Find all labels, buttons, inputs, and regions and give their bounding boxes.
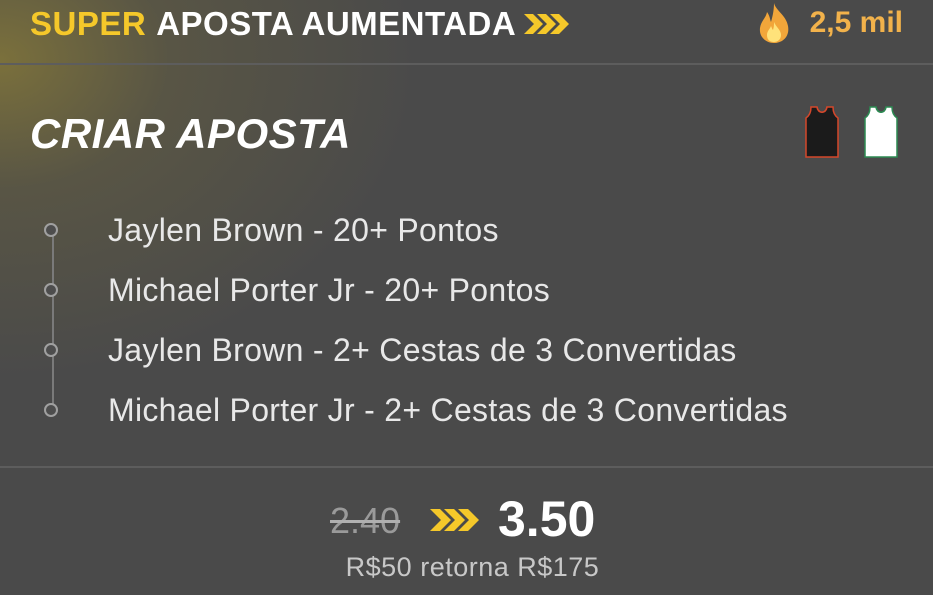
double-chevron-right-icon xyxy=(430,509,479,531)
timeline-dot xyxy=(44,343,58,357)
bet-leg: Jaylen Brown - 20+ Pontos xyxy=(0,200,933,260)
original-odds: 2.40 xyxy=(330,500,401,541)
jersey-icon xyxy=(864,106,898,158)
bet-leg: Michael Porter Jr - 20+ Pontos xyxy=(0,260,933,320)
timeline-dot xyxy=(44,283,58,297)
bet-leg: Michael Porter Jr - 2+ Cestas de 3 Conve… xyxy=(0,380,933,440)
bet-leg-label: Michael Porter Jr - 20+ Pontos xyxy=(108,272,551,308)
super-boost-card[interactable]: SUPER APOSTA AUMENTADA 2,5 mil CRIAR APO… xyxy=(0,0,933,595)
promo-title: SUPER APOSTA AUMENTADA xyxy=(30,5,570,43)
bet-leg: Jaylen Brown - 2+ Cestas de 3 Convertida… xyxy=(0,320,933,380)
timeline-dot xyxy=(44,223,58,237)
odds-boost[interactable]: 2.40 3.50 xyxy=(0,490,933,550)
flame-icon xyxy=(759,3,788,43)
double-chevron-right-icon xyxy=(524,14,570,34)
bet-leg-label: Jaylen Brown - 20+ Pontos xyxy=(108,212,499,248)
timeline-dot xyxy=(44,403,58,417)
promo-title-label: APOSTA AUMENTADA xyxy=(156,5,517,42)
card-header: SUPER APOSTA AUMENTADA 2,5 mil xyxy=(0,0,933,63)
jersey-icon xyxy=(805,106,839,158)
bet-leg-label: Jaylen Brown - 2+ Cestas de 3 Convertida… xyxy=(108,332,737,368)
potential-return: R$50 retorna R$175 xyxy=(345,552,600,582)
bet-builder-title: CRIAR APOSTA xyxy=(30,110,351,157)
promo-super-label: SUPER xyxy=(30,5,147,42)
popularity-count: 2,5 mil xyxy=(809,6,903,39)
bet-leg-label: Michael Porter Jr - 2+ Cestas de 3 Conve… xyxy=(108,392,788,428)
odds-divider xyxy=(0,466,933,468)
popularity-indicator: 2,5 mil xyxy=(756,2,903,44)
boosted-odds: 3.50 xyxy=(498,491,596,547)
header-divider xyxy=(0,63,933,65)
